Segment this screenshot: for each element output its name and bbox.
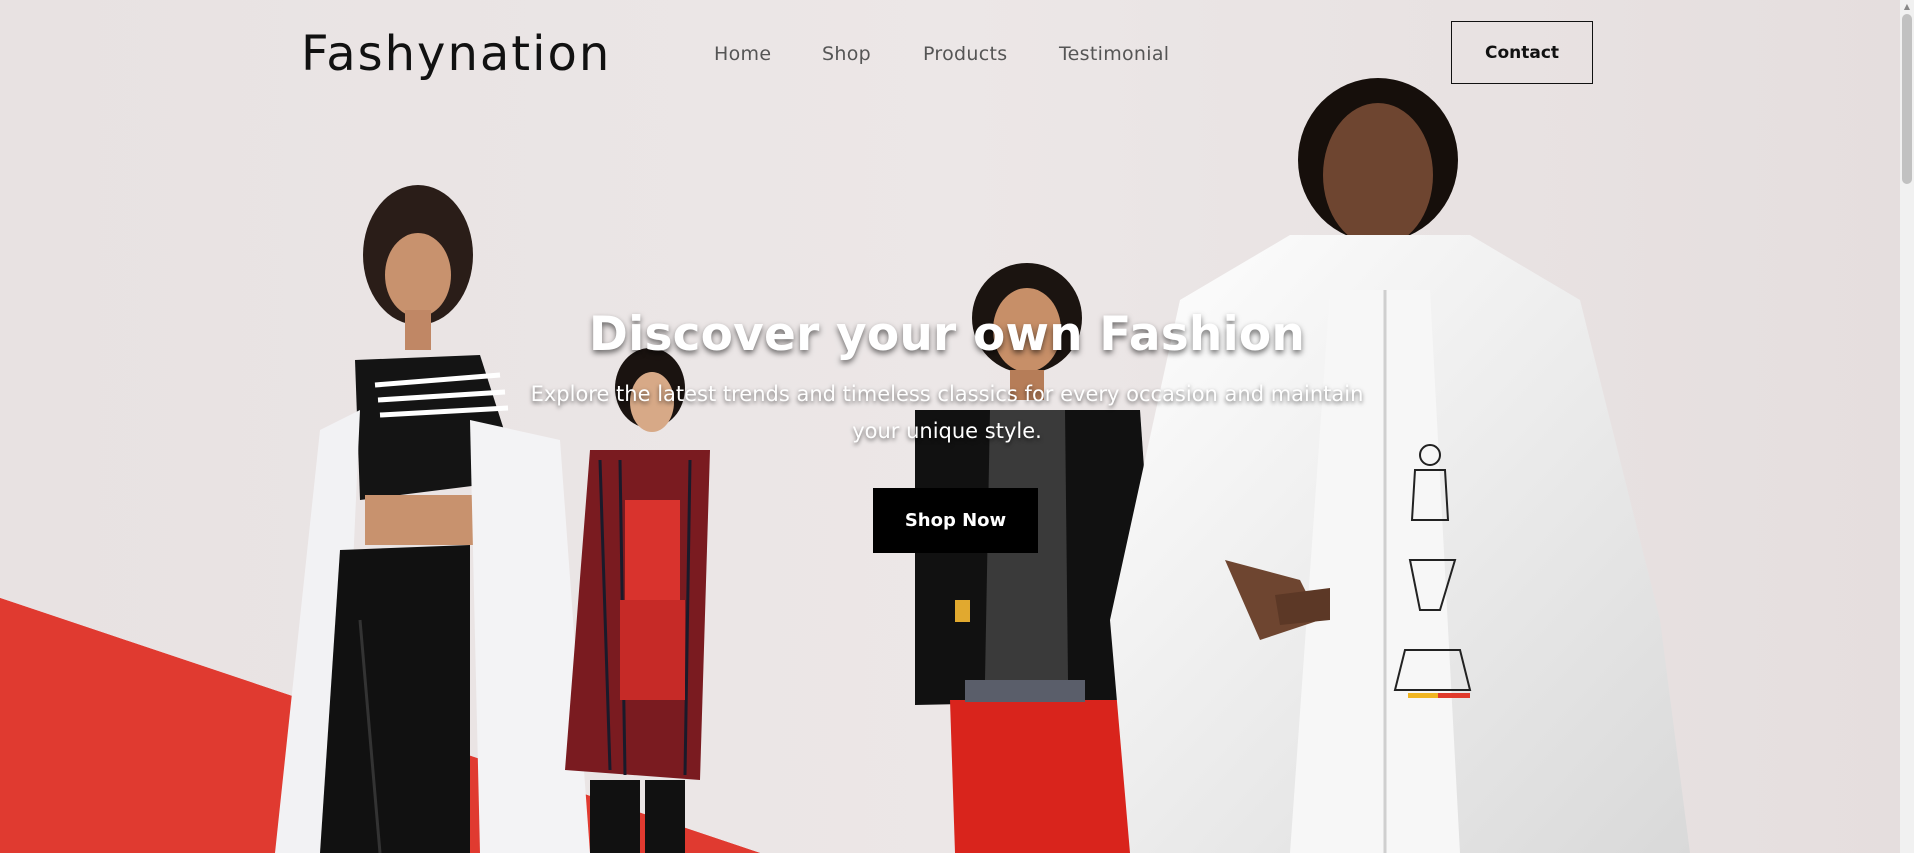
nav-testimonial-link[interactable]: Testimonial: [1059, 40, 1169, 68]
nav-shop-link[interactable]: Shop: [822, 40, 871, 68]
navbar: Fashynation Home Shop Products Testimoni…: [0, 0, 1900, 108]
brand-logo[interactable]: Fashynation: [301, 24, 611, 84]
scroll-up-arrow-icon[interactable]: ▲: [1900, 0, 1914, 14]
hero-subtitle: Explore the latest trends and timeless c…: [530, 382, 1364, 443]
page-scrollbar[interactable]: ▲: [1900, 0, 1914, 853]
contact-button[interactable]: Contact: [1451, 21, 1593, 84]
hero-title: Discover your own Fashion: [588, 307, 1306, 362]
hero-section: Discover your own Fashion Explore the la…: [530, 300, 1364, 450]
nav-products-link[interactable]: Products: [923, 40, 1007, 68]
scrollbar-thumb[interactable]: [1902, 14, 1912, 184]
nav-home-link[interactable]: Home: [714, 40, 771, 68]
landing-page: Fashynation Home Shop Products Testimoni…: [0, 0, 1914, 853]
shop-now-button[interactable]: Shop Now: [873, 488, 1038, 553]
